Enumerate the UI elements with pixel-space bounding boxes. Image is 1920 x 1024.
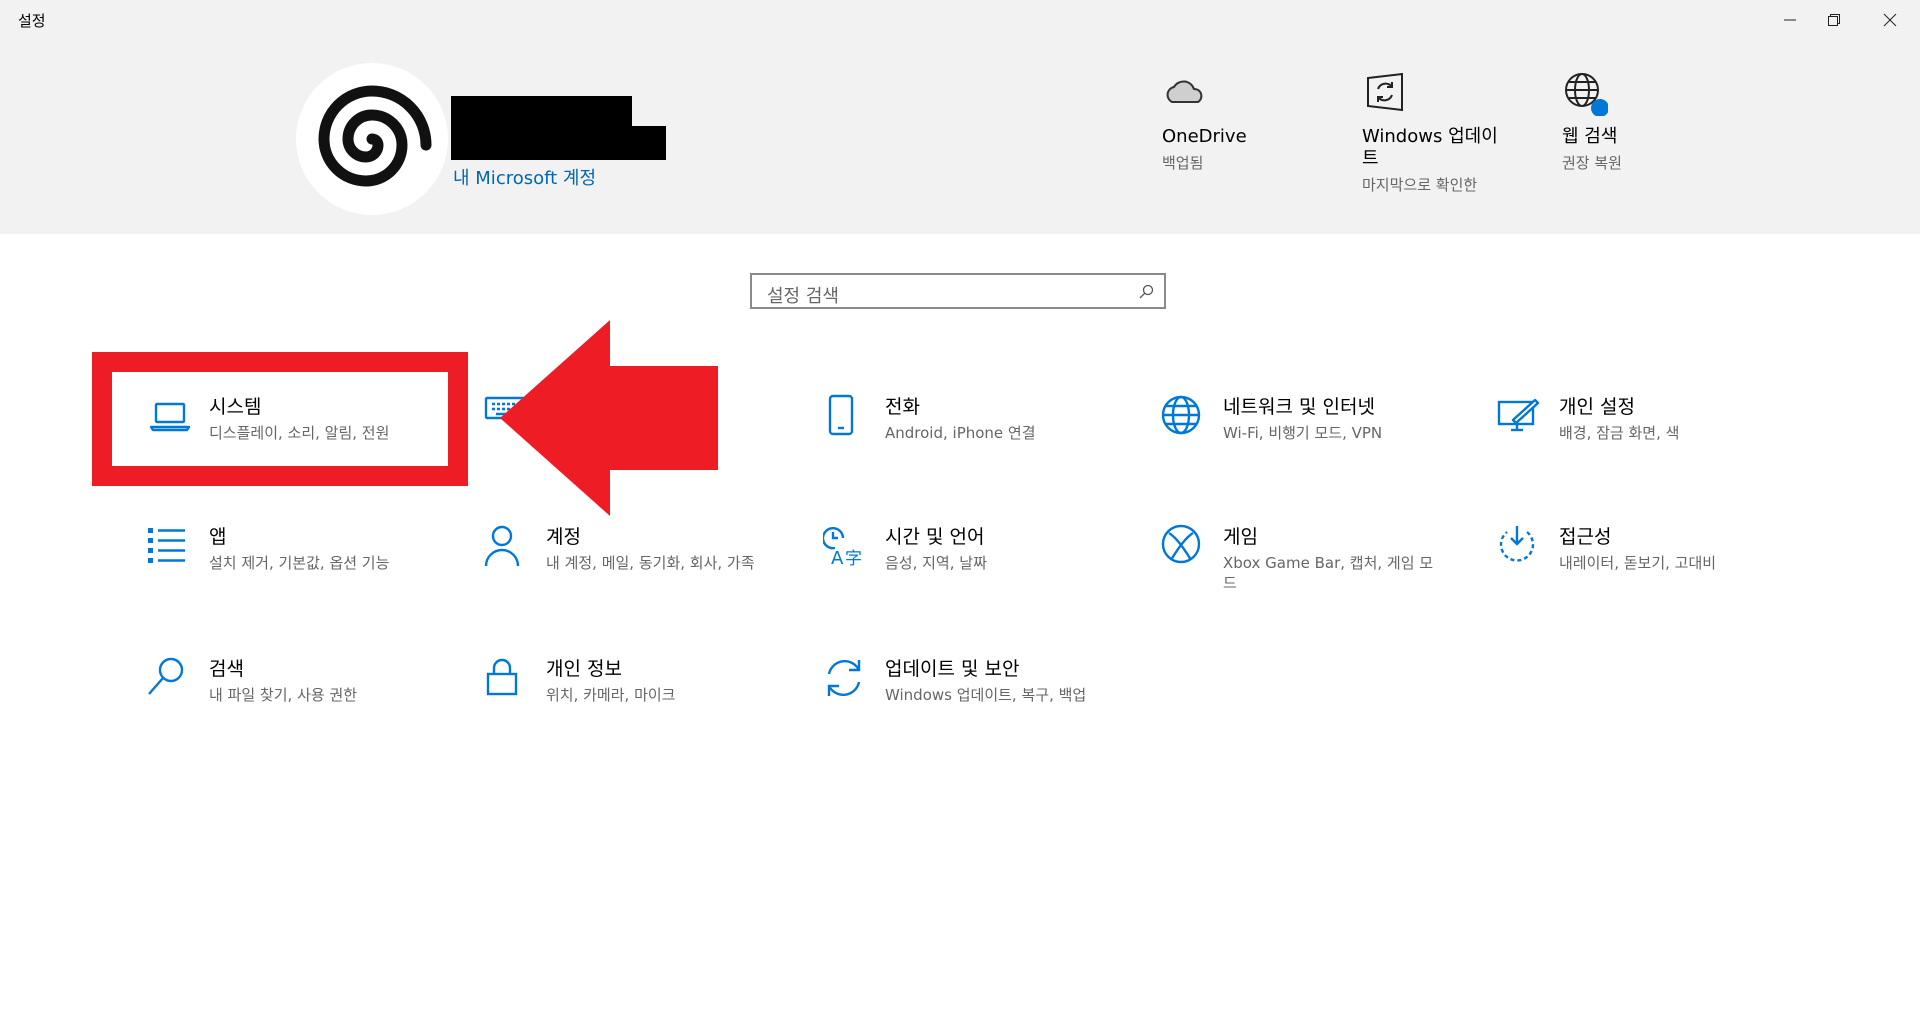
tile-title: 개인 정보 [546,658,622,680]
tile-subtitle: Android, iPhone 연결 [885,424,1036,442]
tile-subtitle: 내 계정, 메일, 동기화, 회사, 가족 [546,554,755,572]
quick-link-subtitle: 권장 복원 [1562,154,1622,172]
cloud-icon [1166,80,1203,103]
tile-title: 게임 [1223,526,1258,548]
minimize-icon [1784,19,1796,21]
quick-link-windows-update[interactable]: Windows 업데이트 마지막으로 확인한 [1362,70,1542,195]
tile-update-security[interactable]: 업데이트 및 보안 Windows 업데이트, 복구, 백업 [823,656,1123,746]
globe-network-icon [1161,395,1201,435]
annotation-arrow [500,320,718,516]
globe-icon [1565,73,1608,116]
tile-personalization[interactable]: 개인 설정 배경, 잠금 화면, 색 [1497,394,1797,484]
tile-subtitle: 내 파일 찾기, 사용 권한 [209,686,358,704]
quick-link-subtitle: 백업됨 [1162,154,1204,172]
tile-network[interactable]: 네트워크 및 인터넷 Wi-Fi, 비행기 모드, VPN [1161,394,1461,484]
annotation-highlight-box [92,352,468,486]
tile-subtitle: 위치, 카메라, 마이크 [546,686,676,704]
search-placeholder: 설정 검색 [767,286,839,307]
tile-title: 네트워크 및 인터넷 [1223,396,1375,418]
tile-subtitle: Windows 업데이트, 복구, 백업 [885,686,1087,704]
tile-title: 업데이트 및 보안 [885,658,1020,680]
sync-icon [827,659,861,697]
phone-icon [828,394,854,436]
tile-subtitle: Xbox Game Bar, 캡처, 게임 모드 [1223,554,1434,592]
tile-title: 전화 [885,396,920,418]
xbox-icon [1161,524,1201,564]
close-button[interactable] [1862,0,1918,40]
tile-title: 계정 [546,526,581,548]
tile-gaming[interactable]: 게임 Xbox Game Bar, 캡처, 게임 모드 [1161,524,1461,614]
tile-title: 개인 설정 [1559,396,1635,418]
svg-text:字: 字 [845,549,862,569]
quick-link-title: 웹 검색 [1562,126,1618,147]
restore-button[interactable] [1806,0,1862,40]
close-icon [1883,13,1897,27]
tile-title: 접근성 [1559,526,1612,548]
tile-subtitle: 내레이터, 돋보기, 고대비 [1559,554,1717,572]
microsoft-account-link[interactable]: 내 Microsoft 계정 [453,164,596,190]
quick-link-subtitle: 마지막으로 확인한 [1362,176,1478,194]
accessibility-icon [1499,526,1535,562]
tile-apps[interactable]: 앱 설치 제거, 기본값, 옵션 기능 [147,524,447,614]
tile-title: 검색 [209,658,244,680]
quick-link-web-search[interactable]: 웹 검색 권장 복원 [1562,70,1742,173]
tile-subtitle: 설치 제거, 기본값, 옵션 기능 [209,554,390,572]
avatar[interactable] [296,63,448,215]
svg-text:A: A [831,548,844,569]
quick-link-onedrive[interactable]: OneDrive 백업됨 [1162,70,1342,173]
tile-time-language[interactable]: A 字 시간 및 언어 음성, 지역, 날짜 [823,524,1123,614]
settings-search-input[interactable]: 설정 검색 [750,273,1166,309]
tile-title: 앱 [209,526,227,548]
time-language-icon: A 字 [823,527,862,569]
tile-subtitle: Wi-Fi, 비행기 모드, VPN [1223,424,1383,442]
search-icon [148,657,184,695]
search-icon [1139,284,1154,299]
window-title: 설정 [18,12,46,30]
tile-accounts[interactable]: 계정 내 계정, 메일, 동기화, 회사, 가족 [484,524,784,614]
windows-update-icon [1367,72,1403,112]
tile-subtitle: 음성, 지역, 날짜 [885,554,987,572]
apps-list-icon [148,528,185,563]
spiral-avatar-image [318,85,432,187]
quick-link-title: Windows 업데이트 [1362,126,1498,169]
personalization-icon [1497,398,1540,432]
person-icon [484,525,520,567]
redacted-name [451,96,632,160]
tile-phone[interactable]: 전화 Android, iPhone 연결 [823,394,1123,484]
restore-icon [1828,14,1840,26]
lock-icon [486,658,518,696]
quick-link-title: OneDrive [1162,126,1247,147]
tile-title: 시간 및 언어 [885,526,985,548]
title-bar: 설정 [0,0,1920,40]
tile-search[interactable]: 검색 내 파일 찾기, 사용 권한 [147,656,447,746]
redacted-name-extra [630,126,666,160]
tile-subtitle: 배경, 잠금 화면, 색 [1559,424,1680,442]
tile-privacy[interactable]: 개인 정보 위치, 카메라, 마이크 [484,656,784,746]
tile-accessibility[interactable]: 접근성 내레이터, 돋보기, 고대비 [1497,524,1797,614]
